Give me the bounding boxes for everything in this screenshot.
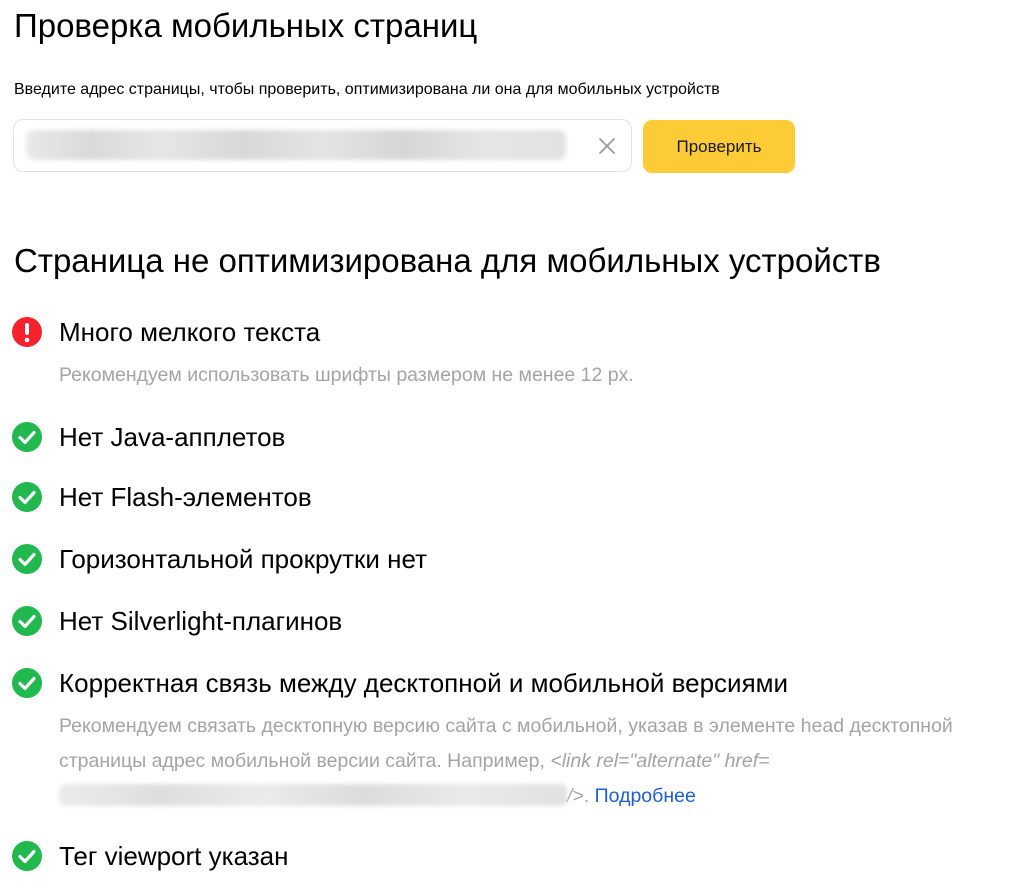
url-input[interactable] [24, 130, 569, 160]
note-code-start: <link rel="alternate" href= [550, 750, 770, 772]
check-note: Рекомендуем связать десктопную версию са… [59, 709, 1019, 814]
more-link[interactable]: Подробнее [595, 785, 696, 807]
page-title: Проверка мобильных страниц [14, 7, 478, 44]
check-icon [12, 841, 42, 871]
page-subtitle: Введите адрес страницы, чтобы проверить,… [14, 81, 720, 98]
check-icon [12, 544, 42, 574]
check-icon [12, 606, 42, 636]
mobile-check-page: Проверка мобильных страниц Введите адрес… [0, 0, 1024, 881]
check-label: Нет Java-апплетов [59, 422, 286, 452]
note-text: Рекомендуем связать десктопную версию са… [59, 715, 953, 772]
redacted-url [59, 784, 567, 806]
check-label: Много мелкого текста [59, 317, 321, 347]
check-note: Рекомендуем использовать шрифты размером… [59, 364, 634, 386]
close-icon [599, 138, 615, 154]
check-icon [12, 422, 42, 452]
result-title: Страница не оптимизирована для мобильных… [14, 242, 881, 279]
url-search-box [13, 119, 632, 172]
note-end: . [583, 785, 595, 807]
clear-button[interactable] [593, 132, 621, 160]
check-icon [12, 668, 42, 698]
exclamation-icon [12, 317, 42, 347]
check-icon [12, 482, 42, 512]
check-button[interactable]: Проверить [643, 120, 795, 173]
note-code-end: /> [567, 785, 584, 807]
check-label: Нет Silverlight-плагинов [59, 606, 343, 636]
check-label: Нет Flash-элементов [59, 482, 312, 512]
check-label: Тег viewport указан [59, 841, 289, 871]
check-label: Корректная связь между десктопной и моби… [59, 668, 789, 698]
check-label: Горизонтальной прокрутки нет [59, 544, 428, 574]
